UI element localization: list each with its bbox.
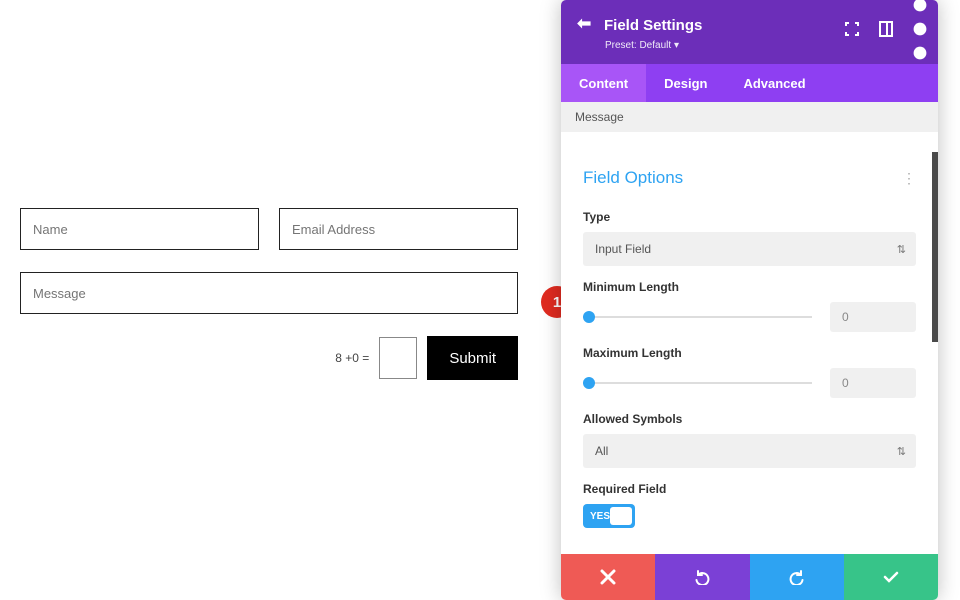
type-label: Type [583,210,916,224]
max-length-value[interactable]: 0 [830,368,916,398]
min-length-slider[interactable] [583,307,812,327]
tab-content[interactable]: Content [561,64,646,102]
responsive-icon[interactable] [878,21,894,37]
panel-header: Field Settings Preset: Default ▾ [561,0,938,64]
title-field[interactable]: Message [561,102,938,132]
message-field[interactable] [20,272,518,314]
required-toggle[interactable]: YES [583,504,635,528]
captcha-label: 8 +0 = [335,351,369,365]
undo-button[interactable] [655,554,749,600]
back-icon[interactable] [575,16,592,36]
section-title: Field Options [583,168,683,188]
name-field[interactable] [20,208,259,250]
max-length-label: Maximum Length [583,346,916,360]
panel-footer [561,554,938,600]
captcha-input[interactable] [379,337,417,379]
expand-icon[interactable] [844,21,860,37]
save-button[interactable] [844,554,938,600]
cancel-button[interactable] [561,554,655,600]
scrollbar[interactable] [932,152,938,342]
kebab-icon[interactable] [912,21,928,37]
redo-button[interactable] [750,554,844,600]
required-label: Required Field [583,482,916,496]
max-length-slider[interactable] [583,373,812,393]
undo-icon [694,569,710,585]
allowed-symbols-select[interactable]: All ⇅ [583,434,916,468]
min-length-label: Minimum Length [583,280,916,294]
allowed-symbols-label: Allowed Symbols [583,412,916,426]
tab-advanced[interactable]: Advanced [725,64,823,102]
panel-body: Message Field Options ⋮ Type Input Field… [561,102,938,554]
settings-panel: Field Settings Preset: Default ▾ Content… [561,0,938,600]
panel-title: Field Settings [604,17,702,34]
contact-form: 8 +0 = Submit [20,208,518,380]
redo-icon [789,569,805,585]
preset-dropdown[interactable]: Preset: Default ▾ [605,40,924,51]
section-kebab-icon[interactable]: ⋮ [902,170,916,187]
tabs: Content Design Advanced [561,64,938,102]
min-length-value[interactable]: 0 [830,302,916,332]
tab-design[interactable]: Design [646,64,725,102]
close-icon [600,569,616,585]
check-icon [883,569,899,585]
chevron-updown-icon: ⇅ [897,243,906,256]
type-select[interactable]: Input Field ⇅ [583,232,916,266]
chevron-updown-icon: ⇅ [897,445,906,458]
submit-button[interactable]: Submit [427,336,518,380]
email-field[interactable] [279,208,518,250]
